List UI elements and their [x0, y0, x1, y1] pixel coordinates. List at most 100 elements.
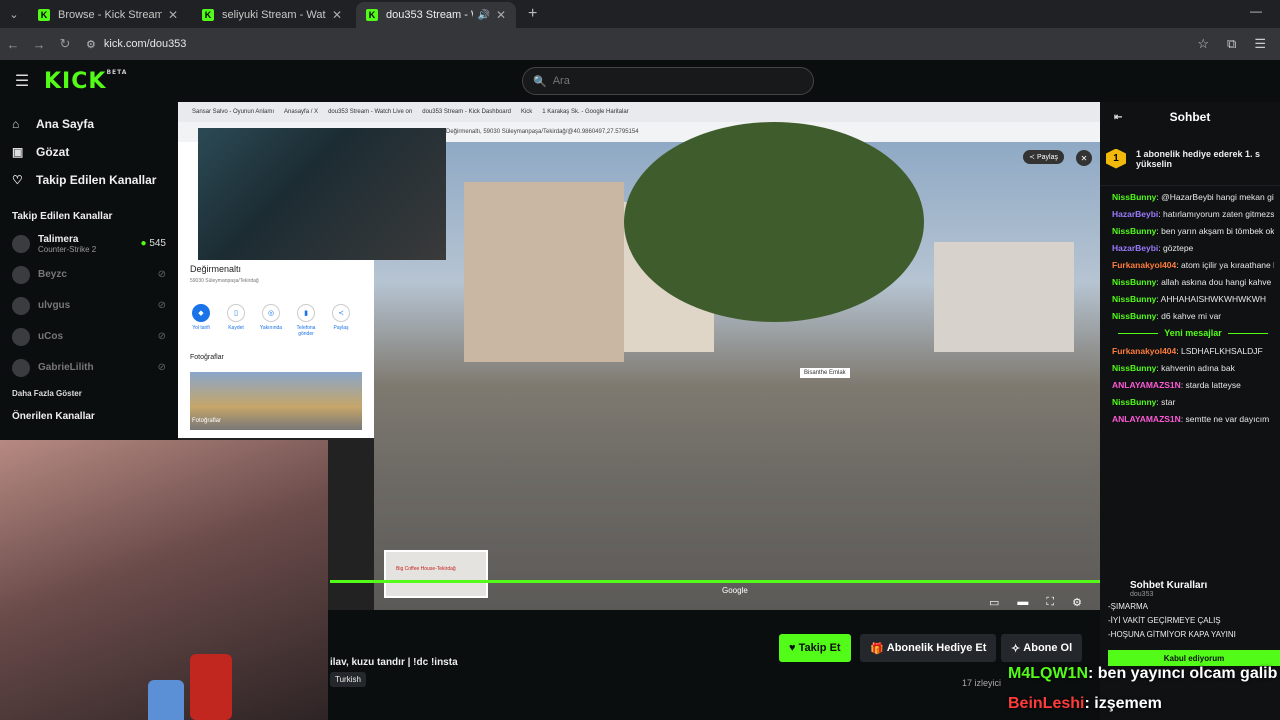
offline-icon: ⊘ [157, 269, 166, 280]
bookmark-icon: ▯ [227, 304, 245, 322]
gift-sub-button[interactable]: 🎁 Abonelik Hediye Et [860, 634, 997, 662]
chat-message: NissBunny: ben yarın akşam bi tömbek oke… [1112, 226, 1274, 236]
followed-header: Takip Edilen Kanallar [12, 210, 113, 222]
close-icon[interactable]: ✕ [1076, 150, 1092, 166]
viewer-count: 17 izleyici [962, 678, 1002, 688]
new-tab-icon[interactable]: + [520, 5, 545, 23]
search-input[interactable] [552, 75, 793, 87]
kick-header: ☰ KICKBETA 🔍 [0, 60, 1280, 102]
building [934, 242, 1074, 352]
minimap[interactable]: Big Coffee House-Tekirdağ [384, 550, 488, 598]
avatar [12, 296, 30, 315]
avatar [12, 234, 30, 253]
close-tab-icon[interactable]: ✕ [332, 8, 342, 22]
kick-logo[interactable]: KICKBETA [44, 69, 127, 94]
building [464, 182, 624, 362]
chat-message: NissBunny: star [1112, 397, 1176, 407]
menu-icon[interactable]: ☰ [0, 71, 44, 91]
close-tab-icon[interactable]: ✕ [168, 8, 178, 22]
stream-info-bar: ♥ Takip Et 🎁 Abonelik Hediye Et ✧ Abone … [328, 610, 1100, 720]
guest-webcam [0, 440, 328, 720]
accept-rules-button[interactable]: Kabul ediyorum [1108, 650, 1280, 666]
forward-icon[interactable]: → [26, 37, 52, 52]
kick-favicon-icon: K [38, 9, 50, 21]
nav-home[interactable]: ⌂ Ana Sayfa [0, 110, 178, 138]
channel-item[interactable]: ulvgus ⊘ [0, 290, 178, 321]
channel-item[interactable]: Beyzc ⊘ [0, 259, 178, 290]
avatar [12, 358, 30, 377]
pip-icon[interactable]: ▭ [989, 596, 999, 609]
channel-item[interactable]: uCos ⊘ [0, 321, 178, 352]
site-info-icon[interactable]: ⚙ [86, 38, 96, 51]
avatar [12, 265, 30, 284]
chat-message: NissBunny: d6 kahve mi var [1112, 311, 1222, 321]
bookmark-star-icon[interactable]: ☆ [1197, 36, 1209, 52]
phone-icon: ▮ [297, 304, 315, 322]
street-view: Bisanthe Emlak ≺ Paylaş ✕ Big Coffee Hou… [374, 122, 1100, 610]
new-messages-divider: Yeni mesajlar [1112, 328, 1274, 338]
overlay-chat-line: M4LQW1N: ben yayıncı olcam galib [1008, 665, 1278, 682]
save-button: ▯ Kaydet [223, 304, 249, 337]
address-bar: ← → ↻ ⚙ kick.com/dou353 ☆ ⧉ ☰ [0, 28, 1280, 60]
nearby-button: ◎ Yakınında [258, 304, 284, 337]
chat-title: Sohbet [1169, 110, 1211, 124]
avatar [12, 327, 30, 346]
chat-message: Furkanakyol404: LSDHAFLKHSALDJF [1112, 346, 1263, 356]
stream-browser-tabs: Sansar Salvo - Oyunun Anlamı Anasayfa / … [178, 102, 1100, 122]
nav-browse[interactable]: ▣ Gözat [0, 138, 178, 166]
offline-icon: ⊘ [157, 331, 166, 342]
chat-rules: Sohbet Kuralları dou353 -ŞIMARMA -İYİ VA… [1100, 572, 1280, 650]
speaker-icon[interactable]: 🔊 [477, 10, 489, 21]
extensions-icon[interactable]: ⧉ [1227, 36, 1236, 52]
theater-icon[interactable]: ▬ [1017, 596, 1028, 609]
stream-title: ilav, kuzu tandır | !dc !insta [330, 657, 458, 668]
sidebar: ⌂ Ana Sayfa ▣ Gözat ♡ Takip Edilen Kanal… [0, 102, 178, 440]
kick-favicon-icon: K [366, 9, 378, 21]
search-bar[interactable]: 🔍 [522, 67, 814, 95]
suggested-header: Önerilen Kanallar [12, 411, 95, 422]
fullscreen-icon[interactable]: ⛶ [1046, 596, 1054, 609]
settings-gear-icon[interactable]: ⚙ [1072, 596, 1082, 609]
close-tab-icon[interactable]: ✕ [496, 8, 506, 22]
video-progress-bar[interactable] [330, 580, 1100, 583]
chat-panel: ⇤ Sohbet 1 1 abonelik hediye ederek 1. s… [1100, 102, 1280, 720]
reload-icon[interactable]: ↻ [52, 36, 78, 52]
browser-tab-active[interactable]: K dou353 Stream - Watch Live 🔊 ✕ [356, 2, 516, 28]
back-icon[interactable]: ← [0, 37, 26, 52]
channel-item[interactable]: GabrieLilith ⊘ [0, 352, 178, 383]
chat-message: NissBunny: @HazarBeybi hangi mekan gitmi… [1112, 192, 1274, 202]
tree [624, 122, 924, 322]
share-place-button: ≺ Paylaş [328, 304, 354, 337]
tab-search-icon[interactable]: ⌄ [0, 0, 28, 28]
directions-icon: ◆ [192, 304, 210, 322]
collapse-chat-icon[interactable]: ⇤ [1114, 112, 1122, 123]
nearby-icon: ◎ [262, 304, 280, 322]
follow-button[interactable]: ♥ Takip Et [779, 634, 851, 662]
chat-message: NissBunny: allah askına dou hangi kahve … [1112, 277, 1274, 287]
overlay-chat-line: BeinLeshi: izşemem [1008, 695, 1162, 712]
streamer-webcam [198, 128, 446, 260]
gift-icon: 🎁 [870, 642, 884, 655]
chat-message: Furkanakyol404: atom içilir ya kıraathan… [1112, 260, 1274, 270]
minimize-icon[interactable]: — [1250, 4, 1262, 18]
nav-following[interactable]: ♡ Takip Edilen Kanallar [0, 166, 178, 194]
kick-favicon-icon: K [202, 9, 214, 21]
share-button[interactable]: ≺ Paylaş [1023, 150, 1064, 164]
chat-message: NissBunny: kahvenin adına bak [1112, 363, 1235, 373]
microphone [190, 654, 232, 720]
channel-item[interactable]: Talimera Counter-Strike 2 ● 545 [0, 228, 178, 259]
search-icon: 🔍 [533, 75, 547, 88]
subscribe-button[interactable]: ✧ Abone Ol [1001, 634, 1083, 662]
show-more-link[interactable]: Daha Fazla Göster [0, 389, 178, 405]
language-tag[interactable]: Turkish [330, 672, 366, 687]
live-dot-icon: ● [140, 238, 147, 249]
pinned-message: 1 1 abonelik hediye ederek 1. s yükselin [1100, 132, 1280, 186]
gift-badge-icon: 1 [1106, 148, 1126, 169]
offline-icon: ⊘ [157, 300, 166, 311]
sidepanel-icon[interactable]: ☰ [1254, 36, 1266, 52]
url-field[interactable]: ⚙ kick.com/dou353 [86, 32, 1197, 56]
street-view-label: Bisanthe Emlak [800, 368, 850, 378]
browser-tab[interactable]: K Browse - Kick Streaming ✕ [28, 2, 188, 28]
browse-icon: ▣ [12, 145, 24, 159]
browser-tab[interactable]: K seliyuki Stream - Watch Live on ✕ [192, 2, 352, 28]
